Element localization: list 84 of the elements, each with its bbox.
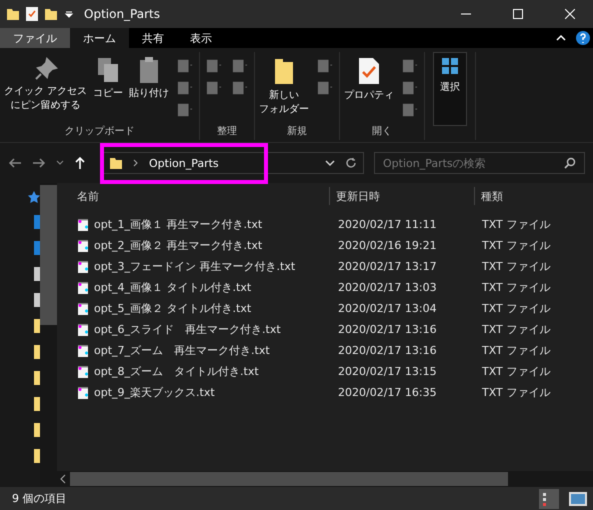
horizontal-scrollbar[interactable] [57, 471, 593, 487]
refresh-icon[interactable] [345, 157, 357, 169]
table-cell-text: TXT ファイル [481, 385, 552, 400]
copy-icon [96, 56, 120, 84]
ribbon-tab[interactable]: 表示 [177, 28, 225, 48]
picture-view-icon[interactable] [569, 492, 587, 506]
table-cell-text: TXT ファイル [481, 238, 552, 253]
table-cell-text: TXT ファイル [481, 217, 552, 232]
select-button[interactable]: 選択 [433, 52, 468, 126]
select-all-icon [441, 57, 460, 75]
up-icon[interactable] [74, 156, 86, 170]
table-cell-text: 2020/02/17 16:35 [337, 386, 438, 399]
table-cell-text: 2020/02/17 11:11 [337, 218, 438, 231]
properties-icon[interactable] [26, 7, 38, 21]
file-name[interactable]: opt_6_スライド 再生マーク付き.txt [94, 322, 281, 337]
text-file-icon [77, 344, 89, 358]
text-file-icon [77, 322, 89, 336]
chevron-down-icon[interactable] [325, 159, 335, 167]
text-file-icon [77, 280, 89, 294]
ribbon-tab[interactable]: 共有 [129, 28, 177, 48]
table-cell-text: TXT ファイル [481, 322, 552, 337]
forward-icon[interactable] [32, 156, 46, 170]
folder-icon [6, 7, 20, 21]
ribbon-button[interactable]: クイック アクセス にピン留めする [4, 52, 88, 113]
table-cell-text: 2020/02/16 19:21 [337, 239, 438, 252]
new-folder-icon [44, 7, 58, 21]
table-cell-text: 2020/02/17 13:16 [337, 323, 438, 336]
table-cell-text: TXT ファイル [481, 343, 552, 358]
clipboard-icon [138, 56, 160, 84]
ribbon-tab[interactable]: ホーム [70, 28, 129, 48]
table-cell-text: TXT ファイル [481, 259, 552, 274]
table-cell-text: 2020/02/17 13:16 [337, 344, 438, 357]
file-name[interactable]: opt_3_フェードイン 再生マーク付き.txt [94, 259, 296, 274]
table-cell-text: 2020/02/17 13:17 [337, 260, 438, 273]
file-name[interactable]: opt_5_画像２ タイトル付き.txt [94, 301, 252, 316]
file-name[interactable]: opt_2_画像２ 再生マーク付き.txt [94, 238, 262, 253]
properties-icon [357, 56, 382, 86]
window-title: Option_Parts [84, 7, 161, 21]
text-file-icon [77, 302, 89, 316]
ribbon-button[interactable]: プロパティ [344, 52, 394, 103]
folder-icon [109, 156, 123, 170]
group-label: 新規 [286, 124, 308, 139]
ribbon-button[interactable]: 貼り付け [129, 52, 170, 101]
file-name[interactable]: opt_9_楽天ブックス.txt [94, 385, 215, 400]
table-cell-text: TXT ファイル [481, 280, 552, 295]
column-header[interactable]: 更新日時 [330, 187, 475, 205]
column-header[interactable]: 種類 [475, 187, 585, 205]
item-count: 9 個の項目 [12, 491, 66, 506]
path-segment[interactable]: Option_Parts [149, 156, 315, 170]
table-cell-text: TXT ファイル [481, 301, 552, 316]
help-icon[interactable] [575, 28, 591, 48]
column-header[interactable]: 名前 [57, 187, 330, 205]
chevron-right-icon [133, 159, 139, 167]
table-cell-text: 2020/02/17 13:03 [337, 281, 438, 294]
file-name[interactable]: opt_1_画像１ 再生マーク付き.txt [94, 217, 262, 232]
details-view-icon[interactable] [539, 488, 559, 508]
search-icon [564, 157, 576, 169]
search-field[interactable]: Option_Partsの検索 [374, 152, 585, 174]
scroll-left-icon[interactable] [59, 474, 67, 484]
text-file-icon [77, 218, 89, 232]
file-name[interactable]: opt_4_画像１ タイトル付き.txt [94, 280, 252, 295]
ribbon-button[interactable]: コピー [93, 52, 124, 101]
group-label: 整理 [216, 125, 238, 139]
group-label: 開く [371, 125, 394, 139]
maximize-icon[interactable] [513, 9, 523, 19]
file-name[interactable]: opt_8_ズーム タイトル付き.txt [94, 364, 259, 379]
dropdown-icon[interactable] [64, 9, 74, 19]
close-icon[interactable] [565, 9, 575, 19]
text-file-icon [77, 238, 89, 252]
table-cell-text: 2020/02/17 13:15 [337, 365, 438, 378]
table-cell-text: TXT ファイル [481, 364, 552, 379]
file-name[interactable]: opt_7_ズーム 再生マーク付き.txt [94, 343, 270, 358]
table-cell-text: 2020/02/17 13:04 [337, 302, 438, 315]
group-label: クリップボード [64, 124, 136, 139]
chevron-down-icon[interactable] [56, 159, 64, 167]
text-file-icon [77, 364, 89, 378]
ribbon-button[interactable]: 新しい フォルダー [259, 52, 310, 117]
address-bar[interactable]: Option_Parts [102, 152, 364, 174]
ribbon-tab[interactable]: ファイル [0, 28, 70, 48]
back-icon[interactable] [8, 156, 22, 170]
star-icon[interactable] [28, 191, 40, 203]
text-file-icon [77, 386, 89, 400]
pin-icon [32, 56, 59, 82]
text-file-icon [77, 260, 89, 274]
